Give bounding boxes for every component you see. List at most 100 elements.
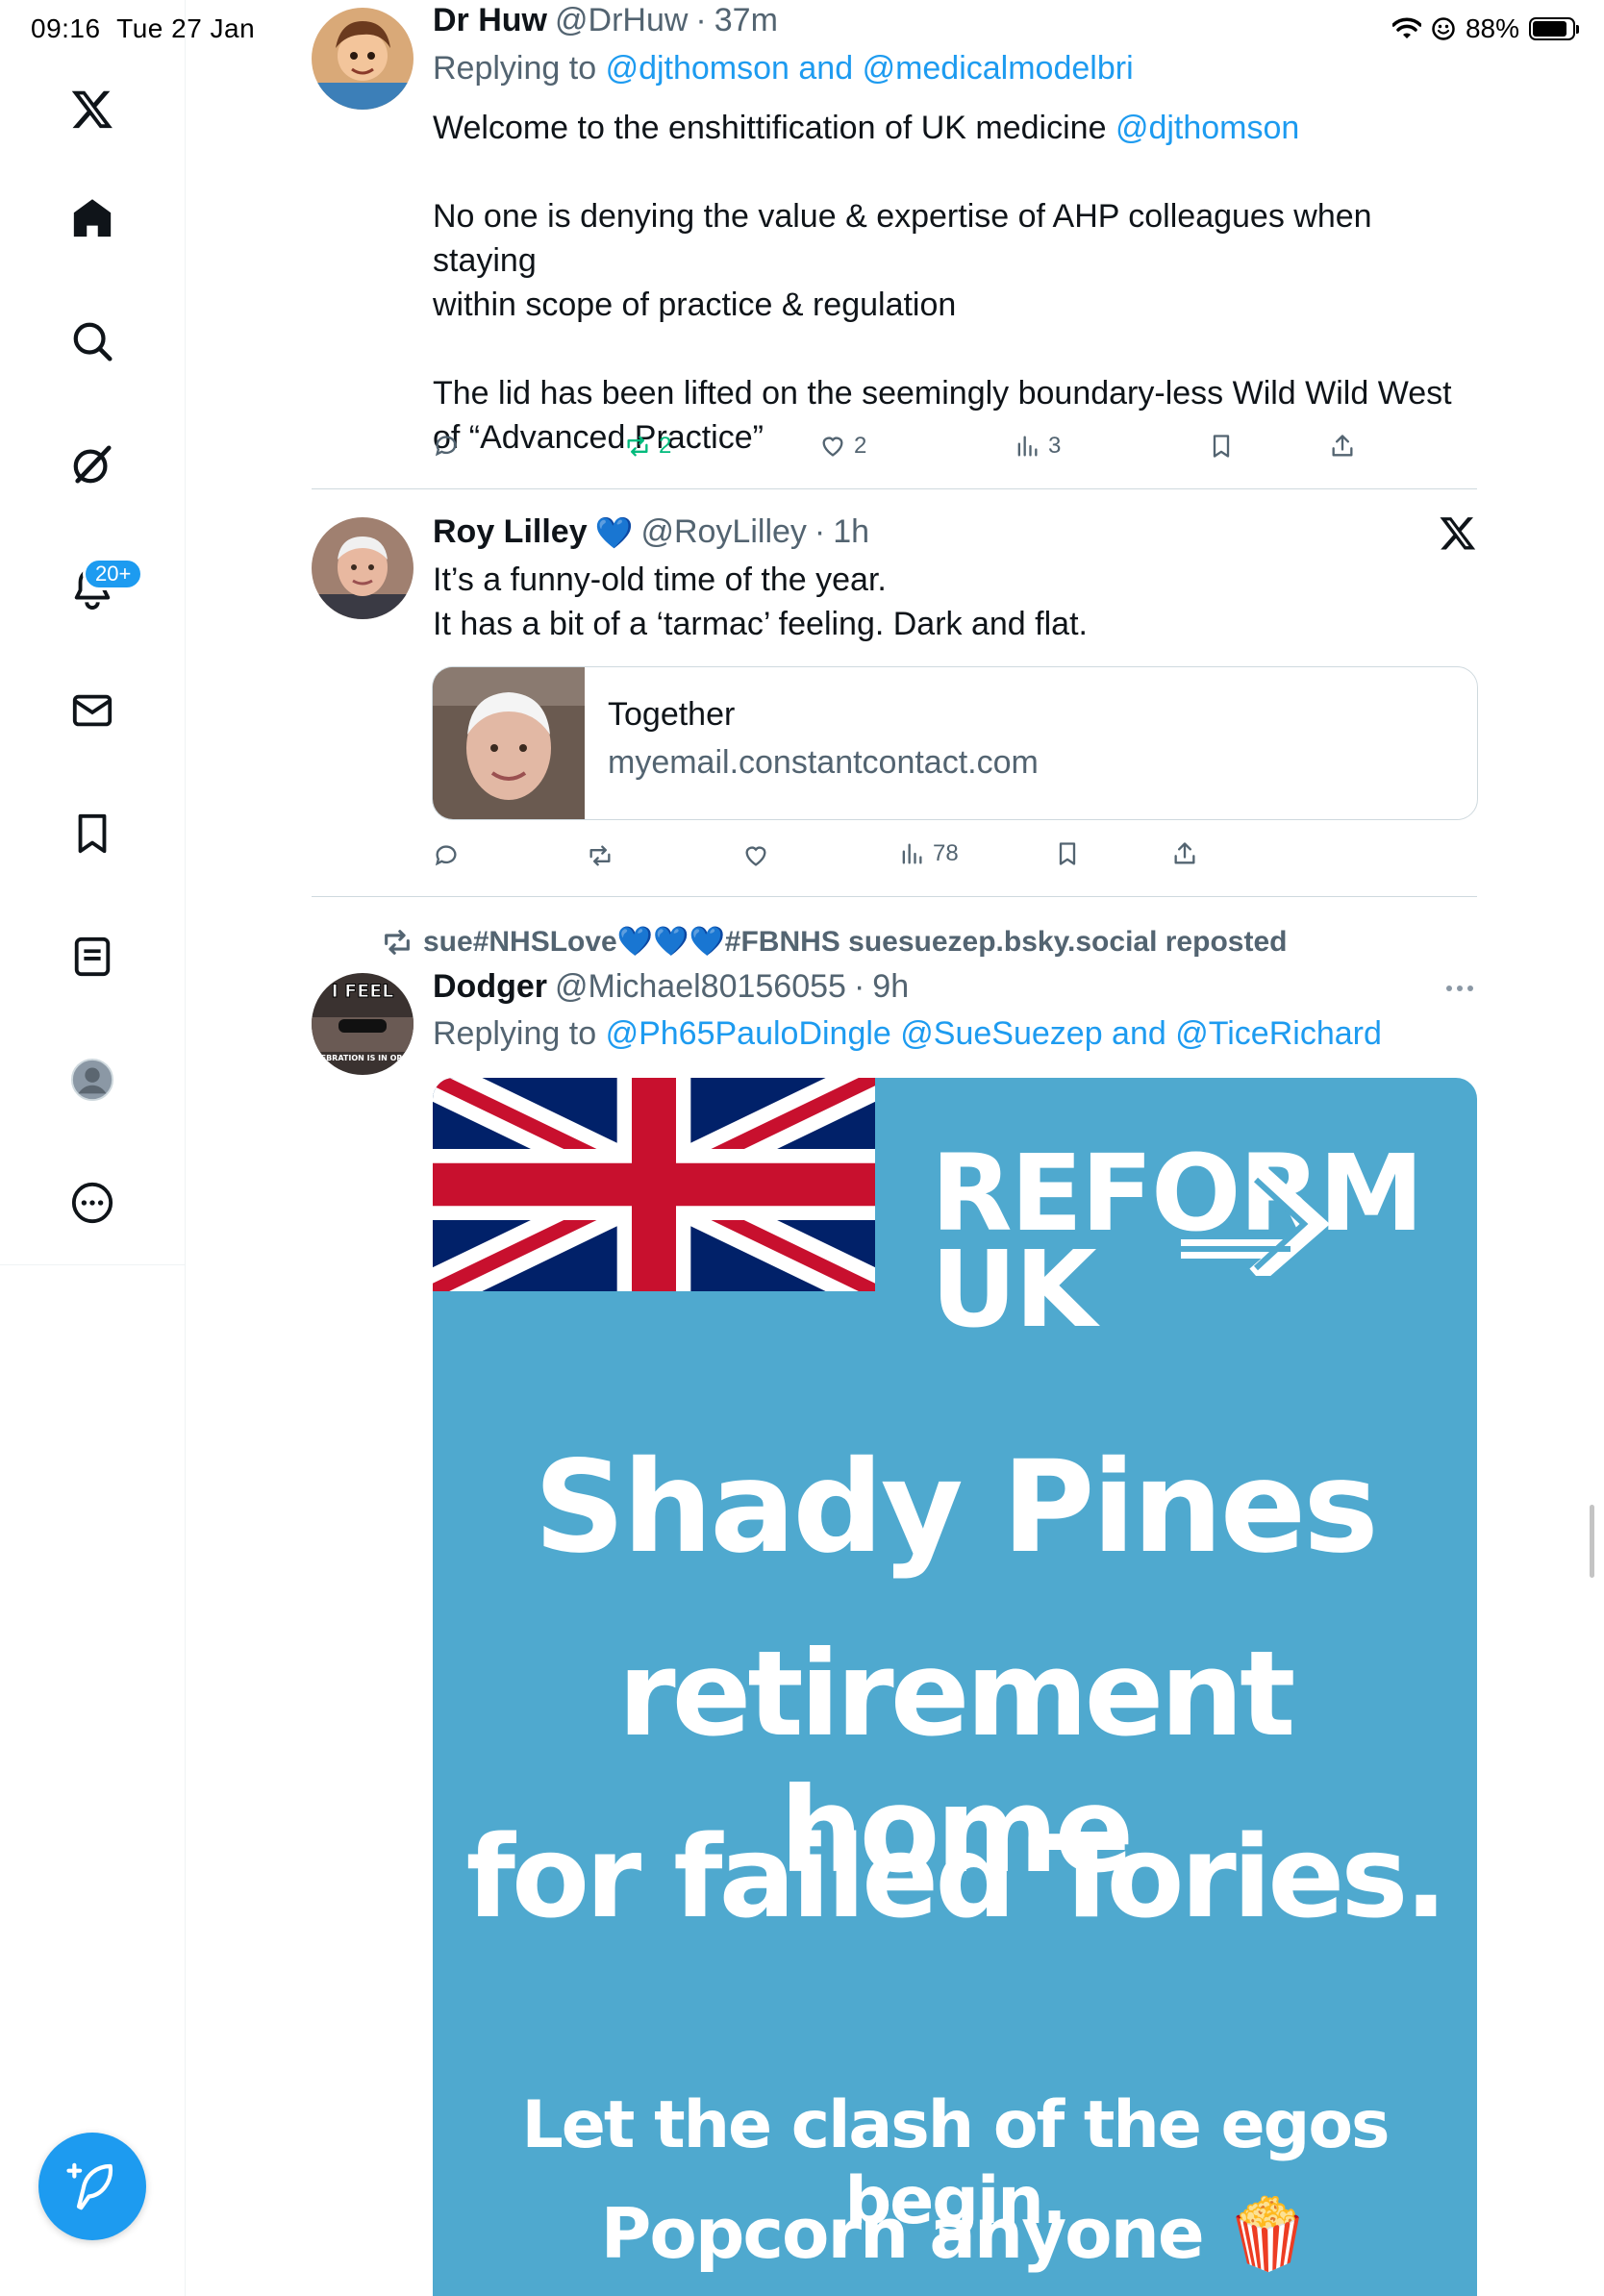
compose-post-button[interactable] (38, 2133, 146, 2240)
reply-prefix: Replying to (433, 1015, 597, 1052)
x-logo-icon[interactable] (63, 80, 121, 137)
poster-text-line: for failed Tories. (465, 1810, 1448, 1943)
repost-count: 2 (659, 433, 672, 459)
reply-icon (435, 845, 457, 866)
repost-icon (589, 845, 611, 866)
tweet-text: It’s a funny-old time of the year. It ha… (433, 558, 1481, 646)
like-count: 2 (854, 433, 867, 459)
mention-link[interactable]: @djthomson (1115, 110, 1299, 146)
tweet-divider (312, 488, 1477, 489)
link-card-title: Together (608, 696, 736, 733)
tweet-media-image[interactable]: REFORM UK Shady Pines retirement home fo… (433, 1078, 1477, 2296)
home-icon[interactable] (63, 189, 121, 247)
heart-icon (822, 437, 843, 457)
reply-prefix: Replying to (433, 50, 597, 87)
timestamp[interactable]: 9h (872, 968, 909, 1006)
author-handle[interactable]: @Michael80156055 (555, 968, 846, 1006)
like-button[interactable]: 2 (819, 433, 866, 460)
tweet-text-line: of “Advanced Practice” (433, 419, 764, 456)
tweet-text-line: within scope of practice & regulation (433, 287, 957, 323)
author-name[interactable]: Roy Lilley (433, 513, 588, 551)
avatar-caption-bottom: CELEBRATION IS IN ORDER (312, 1054, 414, 1062)
repost-button[interactable]: 2 (624, 433, 671, 460)
views-chart-icon (1017, 436, 1038, 457)
lists-icon[interactable] (63, 928, 121, 986)
tweet-header: Dr Huw @DrHuw · 37m (433, 2, 778, 39)
separator-dot: · (695, 2, 707, 38)
repost-icon (385, 929, 410, 955)
share-icon (1174, 842, 1195, 864)
author-handle[interactable]: @RoyLilley (640, 513, 806, 551)
reply-context: Replying to @Ph65PauloDingle @SueSuezep … (433, 1015, 1382, 1053)
profile-icon[interactable] (63, 1051, 121, 1109)
reply-button[interactable] (433, 433, 467, 460)
bookmark-button[interactable] (1208, 433, 1235, 460)
tweet-text-line: The lid has been lifted on the seemingly… (433, 375, 1452, 412)
link-card-domain: myemail.constantcontact.com (608, 744, 1039, 781)
more-dots-icon (1446, 986, 1473, 991)
tweet-text-line: It’s a funny-old time of the year. (433, 562, 887, 598)
timestamp[interactable]: 37m (714, 2, 778, 39)
battery-percent: 88% (1465, 13, 1519, 43)
repost-context[interactable]: sue#NHSLove💙💙💙#FBNHS suesuezep.bsky.soci… (381, 925, 1287, 959)
tweet-text-line: It has a bit of a ‘tarmac’ feeling. Dark… (433, 606, 1088, 642)
link-card-thumbnail (433, 667, 585, 819)
scrollbar[interactable] (1590, 1505, 1594, 1578)
search-icon[interactable] (63, 312, 121, 370)
avatar[interactable]: I FEEL CELEBRATION IS IN ORDER (312, 973, 414, 1075)
reply-context: Replying to @djthomson and @medicalmodel… (433, 50, 1134, 87)
share-button[interactable] (1329, 433, 1356, 460)
timestamp[interactable]: 1h (833, 513, 869, 551)
bookmark-icon (1213, 435, 1230, 458)
status-bar-indicators: 88% (1391, 13, 1579, 44)
bookmarks-icon[interactable] (63, 805, 121, 862)
battery-icon (1529, 17, 1579, 40)
repost-icon (627, 436, 648, 457)
author-name[interactable]: Dodger (433, 968, 547, 1006)
separator-dot: · (814, 513, 826, 550)
arrow-right-icon (1181, 1162, 1331, 1276)
messages-icon[interactable] (63, 682, 121, 739)
author-handle[interactable]: @DrHuw (555, 2, 688, 39)
compose-feather-icon (66, 2162, 113, 2210)
author-name[interactable]: Dr Huw (433, 2, 547, 39)
grok-icon[interactable] (63, 436, 121, 493)
tweet-text-line: No one is denying the value & expertise … (433, 198, 1372, 279)
avatar-caption-top: I FEEL (332, 981, 394, 1002)
view-count: 78 (933, 840, 959, 866)
focus-mode-icon (1432, 17, 1455, 40)
reply-icon (435, 436, 457, 457)
views-button[interactable]: 3 (1014, 433, 1061, 460)
tweet-divider (312, 896, 1477, 897)
repost-context-text: sue#NHSLove💙💙💙#FBNHS suesuezep.bsky.soci… (423, 926, 1288, 958)
reply-button[interactable] (433, 842, 467, 869)
bookmark-button[interactable] (1054, 840, 1081, 867)
more-icon[interactable] (63, 1174, 121, 1232)
poster-text-line: Popcorn anyone 🍿 (600, 2193, 1312, 2274)
avatar[interactable] (312, 8, 414, 110)
bookmark-icon (1059, 842, 1076, 865)
like-button[interactable] (742, 842, 777, 869)
blue-heart-badge: 💙 (594, 514, 634, 550)
notifications-badge: 20+ (83, 558, 144, 590)
view-count: 3 (1048, 433, 1062, 459)
poster-text-line: Shady Pines (534, 1434, 1379, 1582)
tweet-header: Roy Lilley 💙 @RoyLilley · 1h (433, 513, 869, 551)
tweet-text: Welcome to the enshittification of UK me… (433, 106, 1481, 460)
union-flag-image (433, 1078, 875, 1291)
avatar[interactable] (312, 517, 414, 619)
share-icon (1332, 435, 1353, 457)
link-preview-card[interactable]: Together myemail.constantcontact.com (432, 666, 1478, 820)
sidebar-divider (185, 1264, 186, 2296)
x-logo-icon (1439, 513, 1479, 554)
sidebar: 20+ (0, 0, 186, 1265)
more-options-button[interactable] (1444, 977, 1475, 1005)
heart-icon (745, 846, 766, 866)
views-button[interactable]: 78 (898, 840, 959, 867)
tweet-text-line: Welcome to the enshittification of UK me… (433, 110, 1115, 146)
share-button[interactable] (1171, 840, 1198, 867)
wifi-icon (1391, 17, 1421, 38)
reply-mentions[interactable]: @Ph65PauloDingle @SueSuezep and @TiceRic… (606, 1015, 1382, 1052)
repost-button[interactable] (587, 842, 621, 869)
reply-mentions[interactable]: @djthomson and @medicalmodelbri (606, 50, 1134, 87)
